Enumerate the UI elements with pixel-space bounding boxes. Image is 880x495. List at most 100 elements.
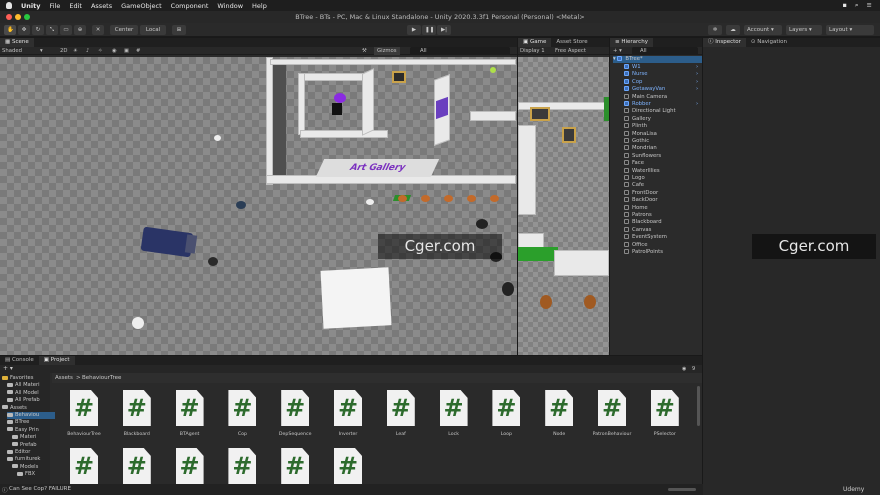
menu-component[interactable]: Component bbox=[171, 2, 209, 10]
menu-edit[interactable]: Edit bbox=[69, 2, 82, 10]
folder-tree-item[interactable]: Materi bbox=[12, 434, 36, 441]
hierarchy-item[interactable]: W1 › bbox=[624, 64, 698, 71]
hierarchy-item[interactable]: MonaLisa bbox=[624, 130, 657, 138]
folder-tree-item[interactable]: Easy Prin bbox=[7, 427, 39, 434]
control-center-icon[interactable]: ≡ bbox=[867, 1, 872, 10]
script-asset[interactable]: # bbox=[275, 448, 315, 484]
folder-tree-item[interactable]: BTree bbox=[7, 419, 29, 426]
custom-tool-icon[interactable]: ✕ bbox=[92, 25, 104, 35]
tab-scene[interactable]: ▦ Scene bbox=[0, 38, 34, 47]
script-asset[interactable]: # Blackboard bbox=[117, 390, 157, 450]
grid-icon[interactable]: # bbox=[136, 47, 140, 55]
hierarchy-item[interactable]: WaterlIlies bbox=[624, 167, 660, 175]
camera-icon[interactable]: ▣ bbox=[124, 47, 129, 55]
shading-chevron-icon[interactable]: ▾ bbox=[40, 47, 43, 55]
tab-console[interactable]: ▤ Console bbox=[0, 356, 39, 365]
hierarchy-root[interactable]: ▾ BTree* bbox=[613, 56, 702, 64]
prefab-chevron-icon[interactable]: › bbox=[696, 64, 698, 71]
hierarchy-item[interactable]: Office bbox=[624, 241, 647, 249]
status-icon[interactable]: ▪ bbox=[843, 1, 847, 10]
script-asset[interactable]: # bbox=[117, 448, 157, 484]
collab-icon[interactable]: ✲ bbox=[708, 25, 722, 35]
prefab-chevron-icon[interactable]: › bbox=[696, 86, 698, 93]
tab-inspector[interactable]: ⓘ Inspector bbox=[703, 38, 746, 47]
prefab-chevron-icon[interactable]: › bbox=[696, 71, 698, 78]
layout-dropdown[interactable]: Layout ▾ bbox=[826, 25, 874, 35]
icon-size-slider[interactable] bbox=[668, 488, 696, 491]
script-asset[interactable]: # BTAgent bbox=[170, 390, 210, 450]
step-button[interactable]: ▶| bbox=[437, 25, 451, 35]
snap-icon[interactable]: ⊞ bbox=[172, 25, 186, 35]
hierarchy-item[interactable]: PatrolPoints bbox=[624, 249, 663, 256]
menu-gameobject[interactable]: GameObject bbox=[121, 2, 162, 10]
hierarchy-item[interactable]: Gallery bbox=[624, 115, 651, 123]
menu-assets[interactable]: Assets bbox=[91, 2, 112, 10]
display-dropdown[interactable]: Display 1 bbox=[520, 47, 545, 55]
audio-icon[interactable]: ♪ bbox=[86, 47, 89, 55]
script-asset[interactable]: # Node bbox=[539, 390, 579, 450]
shading-dropdown[interactable]: Shaded bbox=[2, 47, 22, 55]
scale-tool-icon[interactable]: ⤡ bbox=[46, 25, 58, 35]
script-asset[interactable]: # PatronBehaviour bbox=[592, 390, 632, 450]
folder-tree-item[interactable]: Editor bbox=[7, 449, 30, 456]
transform-tool-icon[interactable]: ⊕ bbox=[74, 25, 86, 35]
hierarchy-item[interactable]: EventSystem bbox=[624, 234, 667, 241]
search-icon[interactable]: ⌕ bbox=[855, 1, 859, 10]
account-dropdown[interactable]: Account ▾ bbox=[744, 25, 782, 35]
hierarchy-item[interactable]: Cafe bbox=[624, 182, 644, 189]
zoom-window-button[interactable] bbox=[24, 14, 30, 20]
hierarchy-item[interactable]: Patrons bbox=[624, 212, 652, 219]
folder-tree-item[interactable]: Assets bbox=[2, 405, 27, 412]
breadcrumb-behaviourtree[interactable]: BehaviourTree bbox=[82, 373, 121, 383]
folder-tree-item[interactable]: Models bbox=[12, 464, 38, 471]
gizmos-dropdown[interactable]: Gizmos bbox=[374, 47, 400, 55]
script-asset[interactable]: # BehaviourTree bbox=[64, 390, 104, 450]
folder-tree-item[interactable]: Behaviou bbox=[7, 412, 55, 420]
tab-navigation[interactable]: ⊙ Navigation bbox=[746, 38, 792, 47]
hierarchy-item[interactable]: Main Camera bbox=[624, 93, 667, 101]
lighting-icon[interactable]: ☀ bbox=[73, 47, 78, 55]
menu-file[interactable]: File bbox=[49, 2, 60, 10]
move-tool-icon[interactable]: ✥ bbox=[18, 25, 30, 35]
script-asset[interactable]: # bbox=[222, 448, 262, 484]
folder-tree-item[interactable]: All Materi bbox=[7, 382, 40, 389]
hierarchy-item[interactable]: GetawayVan › bbox=[624, 86, 698, 93]
script-asset[interactable]: # Inverter bbox=[328, 390, 368, 450]
pivot-local-button[interactable]: Local bbox=[140, 25, 166, 35]
hidden-packages-icon[interactable]: ◉ bbox=[682, 365, 686, 373]
folder-tree-item[interactable]: All Model bbox=[7, 390, 39, 397]
script-asset[interactable]: # bbox=[64, 448, 104, 484]
folder-tree-item[interactable]: Prefab bbox=[12, 442, 37, 449]
script-asset[interactable]: # bbox=[328, 448, 368, 484]
aspect-dropdown[interactable]: Free Aspect bbox=[555, 47, 586, 55]
folder-tree-item[interactable]: All Prefab bbox=[7, 397, 40, 404]
hierarchy-item[interactable]: Mondrian bbox=[624, 145, 657, 152]
hierarchy-item[interactable]: Face bbox=[624, 160, 644, 167]
hierarchy-item[interactable]: Gothic bbox=[624, 138, 649, 145]
script-asset[interactable]: # Leaf bbox=[381, 390, 421, 450]
tab-project[interactable]: ▣ Project bbox=[38, 356, 75, 365]
toggle-2d-button[interactable]: 2D bbox=[60, 47, 67, 55]
effects-icon[interactable]: ✧ bbox=[98, 47, 102, 55]
add-object-button[interactable]: + ▾ bbox=[613, 47, 622, 55]
hierarchy-item[interactable]: Logo bbox=[624, 175, 645, 182]
script-asset[interactable]: # Cop bbox=[222, 390, 262, 450]
menu-window[interactable]: Window bbox=[217, 2, 243, 10]
close-window-button[interactable] bbox=[6, 14, 12, 20]
rotate-tool-icon[interactable]: ↻ bbox=[32, 25, 44, 35]
hierarchy-item[interactable]: Blackboard bbox=[624, 219, 662, 226]
hierarchy-item[interactable]: Nurse › bbox=[624, 71, 698, 78]
apple-icon[interactable] bbox=[6, 2, 12, 9]
pause-button[interactable]: ❚❚ bbox=[422, 25, 436, 35]
breadcrumb-assets[interactable]: Assets bbox=[55, 373, 73, 383]
hierarchy-item[interactable]: FrontDoor bbox=[624, 189, 658, 197]
cloud-icon[interactable]: ☁ bbox=[726, 25, 740, 35]
hierarchy-item[interactable]: Directional Light bbox=[624, 108, 676, 115]
folder-tree-item[interactable]: furniturek bbox=[7, 456, 40, 463]
create-asset-button[interactable]: + ▾ bbox=[3, 365, 13, 373]
hierarchy-item[interactable]: BackDoor bbox=[624, 197, 658, 204]
menu-help[interactable]: Help bbox=[252, 2, 267, 10]
prefab-chevron-icon[interactable]: › bbox=[696, 79, 698, 86]
game-viewport[interactable] bbox=[518, 57, 609, 355]
scene-search-input[interactable]: All bbox=[410, 47, 510, 55]
